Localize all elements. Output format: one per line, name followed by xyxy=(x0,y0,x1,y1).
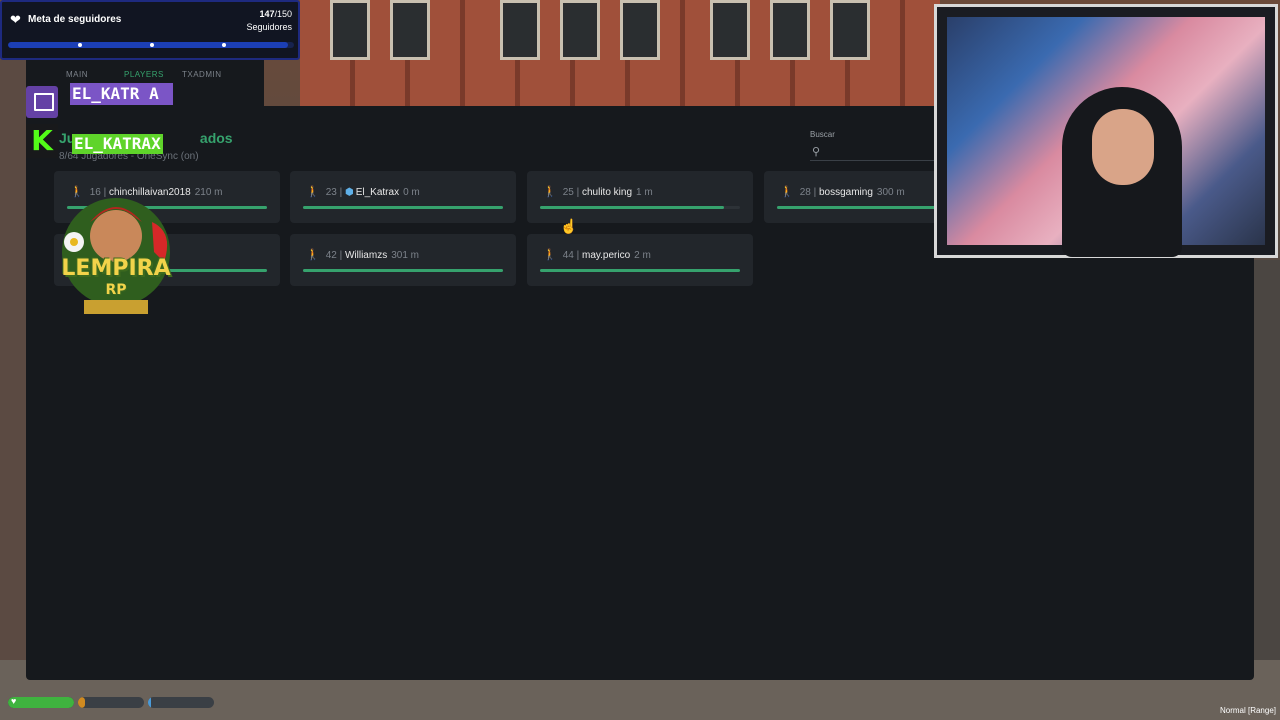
search-icon: ⚲ xyxy=(812,146,821,158)
kick-username: EL_KATRAX xyxy=(72,134,163,154)
player-health-bar xyxy=(303,206,503,209)
player-distance: 0 m xyxy=(403,187,420,198)
armor-fill xyxy=(78,697,85,708)
player-info: 🚶 25 | chulito king 1 m xyxy=(543,185,653,198)
followers-icon: ❤ xyxy=(10,12,21,27)
tab-txadmin[interactable]: TXADMIN xyxy=(182,70,222,79)
player-distance: 210 m xyxy=(194,187,223,198)
player-health-bar xyxy=(540,206,740,209)
player-name: El_Katrax xyxy=(355,187,400,198)
goal-target: /150 xyxy=(274,9,292,19)
player-card[interactable]: 🚶 44 | may.perico 2 m xyxy=(527,234,753,286)
goal-count: 147/150 Seguidores xyxy=(246,8,292,34)
player-id: 44 | xyxy=(562,250,580,261)
follower-goal-widget: ❤ Meta de seguidores 147/150 Seguidores xyxy=(0,0,300,60)
heart-icon: ♥ xyxy=(11,697,17,706)
player-name: chulito king xyxy=(581,187,633,198)
walking-icon: 🚶 xyxy=(543,186,557,198)
background-right xyxy=(1252,260,1280,700)
hand-cursor-icon: ☝ xyxy=(560,218,578,234)
logo-sub: RP xyxy=(105,282,127,298)
search-label: Buscar xyxy=(810,130,835,139)
shield-icon: ⬢ xyxy=(344,187,354,198)
background-left xyxy=(0,60,28,700)
player-id: 23 | xyxy=(325,187,343,198)
player-info: 🚶 28 | bossgaming 300 m xyxy=(780,185,905,198)
player-health-fill xyxy=(303,269,503,272)
player-health-fill xyxy=(540,206,724,209)
walking-icon: 🚶 xyxy=(306,249,320,261)
walking-icon: 🚶 xyxy=(543,249,557,261)
panel-tabs: MAIN PLAYERS TXADMIN xyxy=(66,70,222,79)
player-info: 🚶 44 | may.perico 2 m xyxy=(543,248,651,261)
background-window xyxy=(770,0,810,60)
health-fill xyxy=(8,697,74,708)
goal-title: Meta de seguidores xyxy=(28,14,122,25)
background-window xyxy=(830,0,870,60)
background-window xyxy=(500,0,540,60)
player-id: 28 | xyxy=(799,187,817,198)
player-info: 🚶 42 | Williamzs 301 m xyxy=(306,248,419,261)
background-window xyxy=(620,0,660,60)
background-window xyxy=(330,0,370,60)
player-id: 25 | xyxy=(562,187,580,198)
twitch-icon xyxy=(26,86,58,118)
stamina-fill xyxy=(148,697,152,708)
background-window xyxy=(560,0,600,60)
status-hud: ♥ xyxy=(8,697,214,708)
twitch-username: EL_KATR A xyxy=(70,83,173,105)
player-name: may.perico xyxy=(581,250,631,261)
player-card[interactable]: 🚶 42 | Williamzs 301 m xyxy=(290,234,516,286)
player-distance: 300 m xyxy=(876,187,905,198)
player-distance: 1 m xyxy=(636,187,653,198)
player-name: bossgaming xyxy=(818,187,873,198)
goal-marker xyxy=(78,43,82,47)
player-name: Williamzs xyxy=(344,250,388,261)
stamina-bar xyxy=(148,697,214,708)
lempira-rp-logo: LEMPIRA RP xyxy=(44,192,188,326)
streamer-face xyxy=(1092,109,1154,185)
player-health-fill xyxy=(303,206,503,209)
goal-marker xyxy=(150,43,154,47)
walking-icon: 🚶 xyxy=(306,186,320,198)
background-window xyxy=(390,0,430,60)
voice-mode: Normal [Range] xyxy=(1219,706,1276,715)
goal-marker xyxy=(222,43,226,47)
player-health-bar xyxy=(540,269,740,272)
goal-current: 147 xyxy=(259,9,275,19)
player-health-bar xyxy=(303,269,503,272)
webcam-overlay xyxy=(934,4,1278,258)
tab-main[interactable]: MAIN xyxy=(66,70,124,79)
health-bar: ♥ xyxy=(8,697,74,708)
goal-progress-fill xyxy=(8,42,289,48)
walking-icon: 🚶 xyxy=(780,186,794,198)
player-id: 42 | xyxy=(325,250,343,261)
player-card[interactable]: 🚶 25 | chulito king 1 m xyxy=(527,171,753,223)
player-distance: 2 m xyxy=(634,250,651,261)
background-window xyxy=(710,0,750,60)
player-health-fill xyxy=(540,269,740,272)
section-title-suffix: ados xyxy=(199,130,233,146)
tab-players[interactable]: PLAYERS xyxy=(124,70,182,79)
search-input[interactable]: ⚲ xyxy=(810,143,934,161)
webcam-feed xyxy=(947,17,1265,257)
player-distance: 301 m xyxy=(391,250,419,261)
kick-icon: K xyxy=(26,124,58,158)
player-card[interactable]: 🚶 23 | ⬢ El_Katrax 0 m xyxy=(290,171,516,223)
goal-unit: Seguidores xyxy=(246,22,292,32)
logo-name: LEMPIRA xyxy=(61,256,171,281)
armor-bar xyxy=(78,697,144,708)
player-info: 🚶 23 | ⬢ El_Katrax 0 m xyxy=(306,185,420,198)
